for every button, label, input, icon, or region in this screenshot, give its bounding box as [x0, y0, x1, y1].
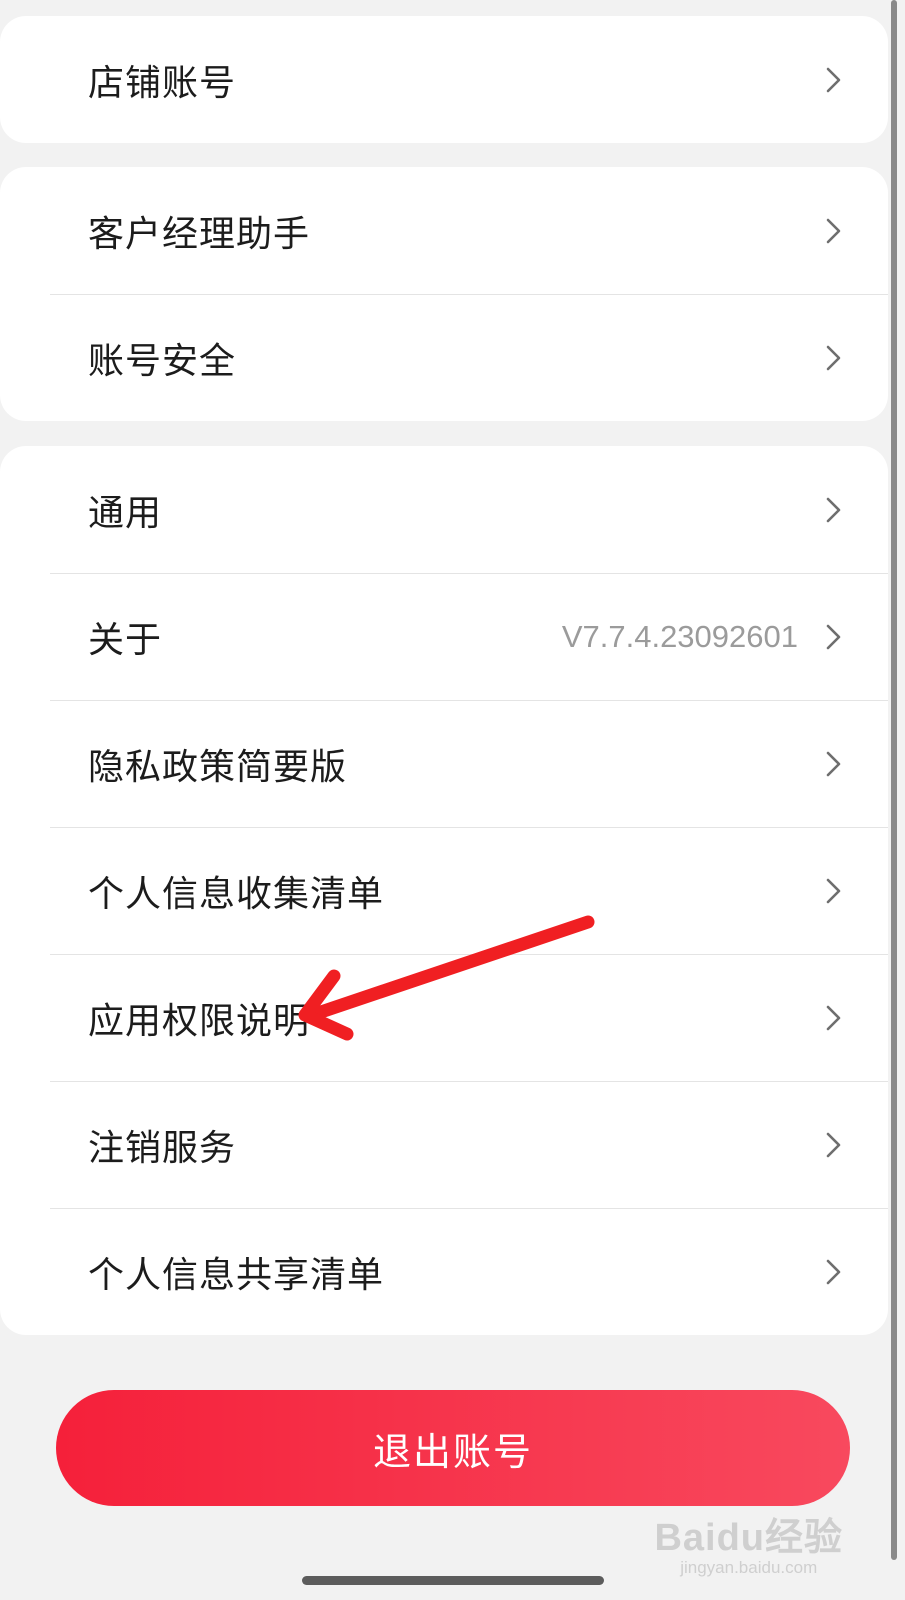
row-label: 通用: [88, 492, 163, 534]
scrollbar[interactable]: [891, 0, 897, 1560]
logout-button[interactable]: 退出账号: [56, 1390, 850, 1506]
row-label: 注销服务: [88, 1127, 237, 1169]
row-personal-info-sharing[interactable]: 个人信息共享清单: [0, 1208, 888, 1335]
home-indicator[interactable]: [302, 1576, 604, 1585]
chevron-right-icon: [826, 751, 841, 776]
row-label: 店铺账号: [88, 62, 237, 104]
chevron-right-icon: [826, 1005, 841, 1030]
row-label: 隐私政策简要版: [88, 746, 348, 788]
row-store-account[interactable]: 店铺账号: [0, 16, 888, 143]
logout-label: 退出账号: [372, 1429, 533, 1474]
row-privacy-policy-brief[interactable]: 隐私政策简要版: [0, 700, 888, 827]
row-account-security[interactable]: 账号安全: [0, 294, 888, 421]
settings-group-general: 通用 关于 V7.7.4.23092601 隐私政策简要版 个人信息收集清单 应…: [0, 446, 888, 1335]
row-about[interactable]: 关于 V7.7.4.23092601: [0, 573, 888, 700]
chevron-right-icon: [826, 1132, 841, 1157]
watermark-url: jingyan.baidu.com: [680, 1558, 818, 1577]
version-value: V7.7.4.23092601: [561, 618, 798, 654]
chevron-right-icon: [826, 218, 841, 243]
row-label: 客户经理助手: [88, 213, 311, 255]
row-label: 账号安全: [88, 340, 237, 382]
chevron-right-icon: [826, 497, 841, 522]
chevron-right-icon: [826, 345, 841, 370]
row-personal-info-collection[interactable]: 个人信息收集清单: [0, 827, 888, 954]
settings-group-store: 店铺账号: [0, 16, 888, 143]
row-general[interactable]: 通用: [0, 446, 888, 573]
watermark-logo: Baidu经验: [654, 1517, 843, 1559]
settings-group-account: 客户经理助手 账号安全: [0, 167, 888, 421]
row-label: 关于: [88, 619, 163, 661]
chevron-right-icon: [826, 1259, 841, 1284]
row-label: 应用权限说明: [88, 1000, 311, 1042]
row-label: 个人信息收集清单: [88, 873, 385, 915]
row-label: 个人信息共享清单: [88, 1254, 385, 1296]
row-app-permissions[interactable]: 应用权限说明: [0, 954, 888, 1081]
row-account-manager-assistant[interactable]: 客户经理助手: [0, 167, 888, 294]
chevron-right-icon: [826, 67, 841, 92]
chevron-right-icon: [826, 624, 841, 649]
baidu-jingyan-watermark: Baidu经验 jingyan.baidu.com: [654, 1506, 843, 1578]
row-cancel-service[interactable]: 注销服务: [0, 1081, 888, 1208]
chevron-right-icon: [826, 878, 841, 903]
